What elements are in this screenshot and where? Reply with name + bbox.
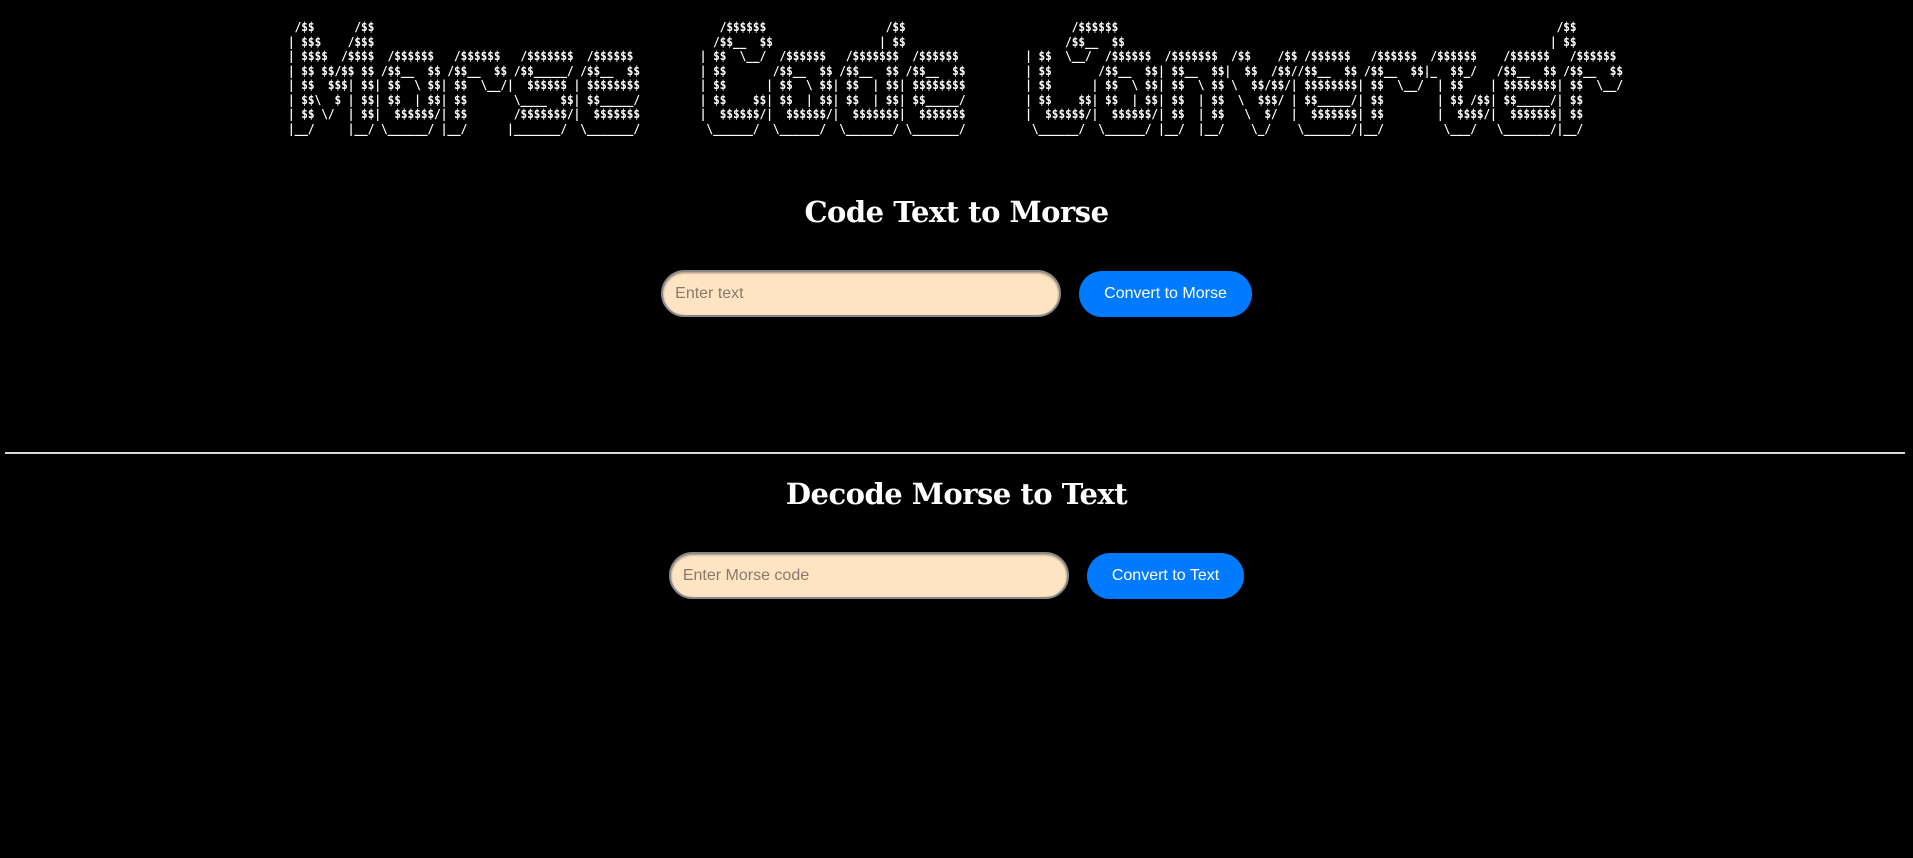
ascii-art-banner: /$$ /$$ /$$$$$$ /$$ /$$$$$$ /$$ | $$$ /$… <box>288 19 1623 136</box>
encode-section-title: Code Text to Morse <box>804 195 1109 229</box>
section-divider <box>5 452 1905 454</box>
morse-converter-page: /$$ /$$ /$$$$$$ /$$ /$$$$$$ /$$ | $$$ /$… <box>0 0 1913 858</box>
morse-output <box>0 345 1913 365</box>
convert-to-text-button[interactable]: Convert to Text <box>1086 552 1245 599</box>
morse-code-input[interactable] <box>668 552 1069 599</box>
decode-form: Convert to Text <box>0 552 1913 599</box>
text-output <box>0 627 1913 647</box>
decode-section-title: Decode Morse to Text <box>785 477 1128 511</box>
encode-form: Convert to Morse <box>0 270 1913 317</box>
text-input[interactable] <box>661 270 1062 317</box>
convert-to-morse-button[interactable]: Convert to Morse <box>1079 270 1252 317</box>
